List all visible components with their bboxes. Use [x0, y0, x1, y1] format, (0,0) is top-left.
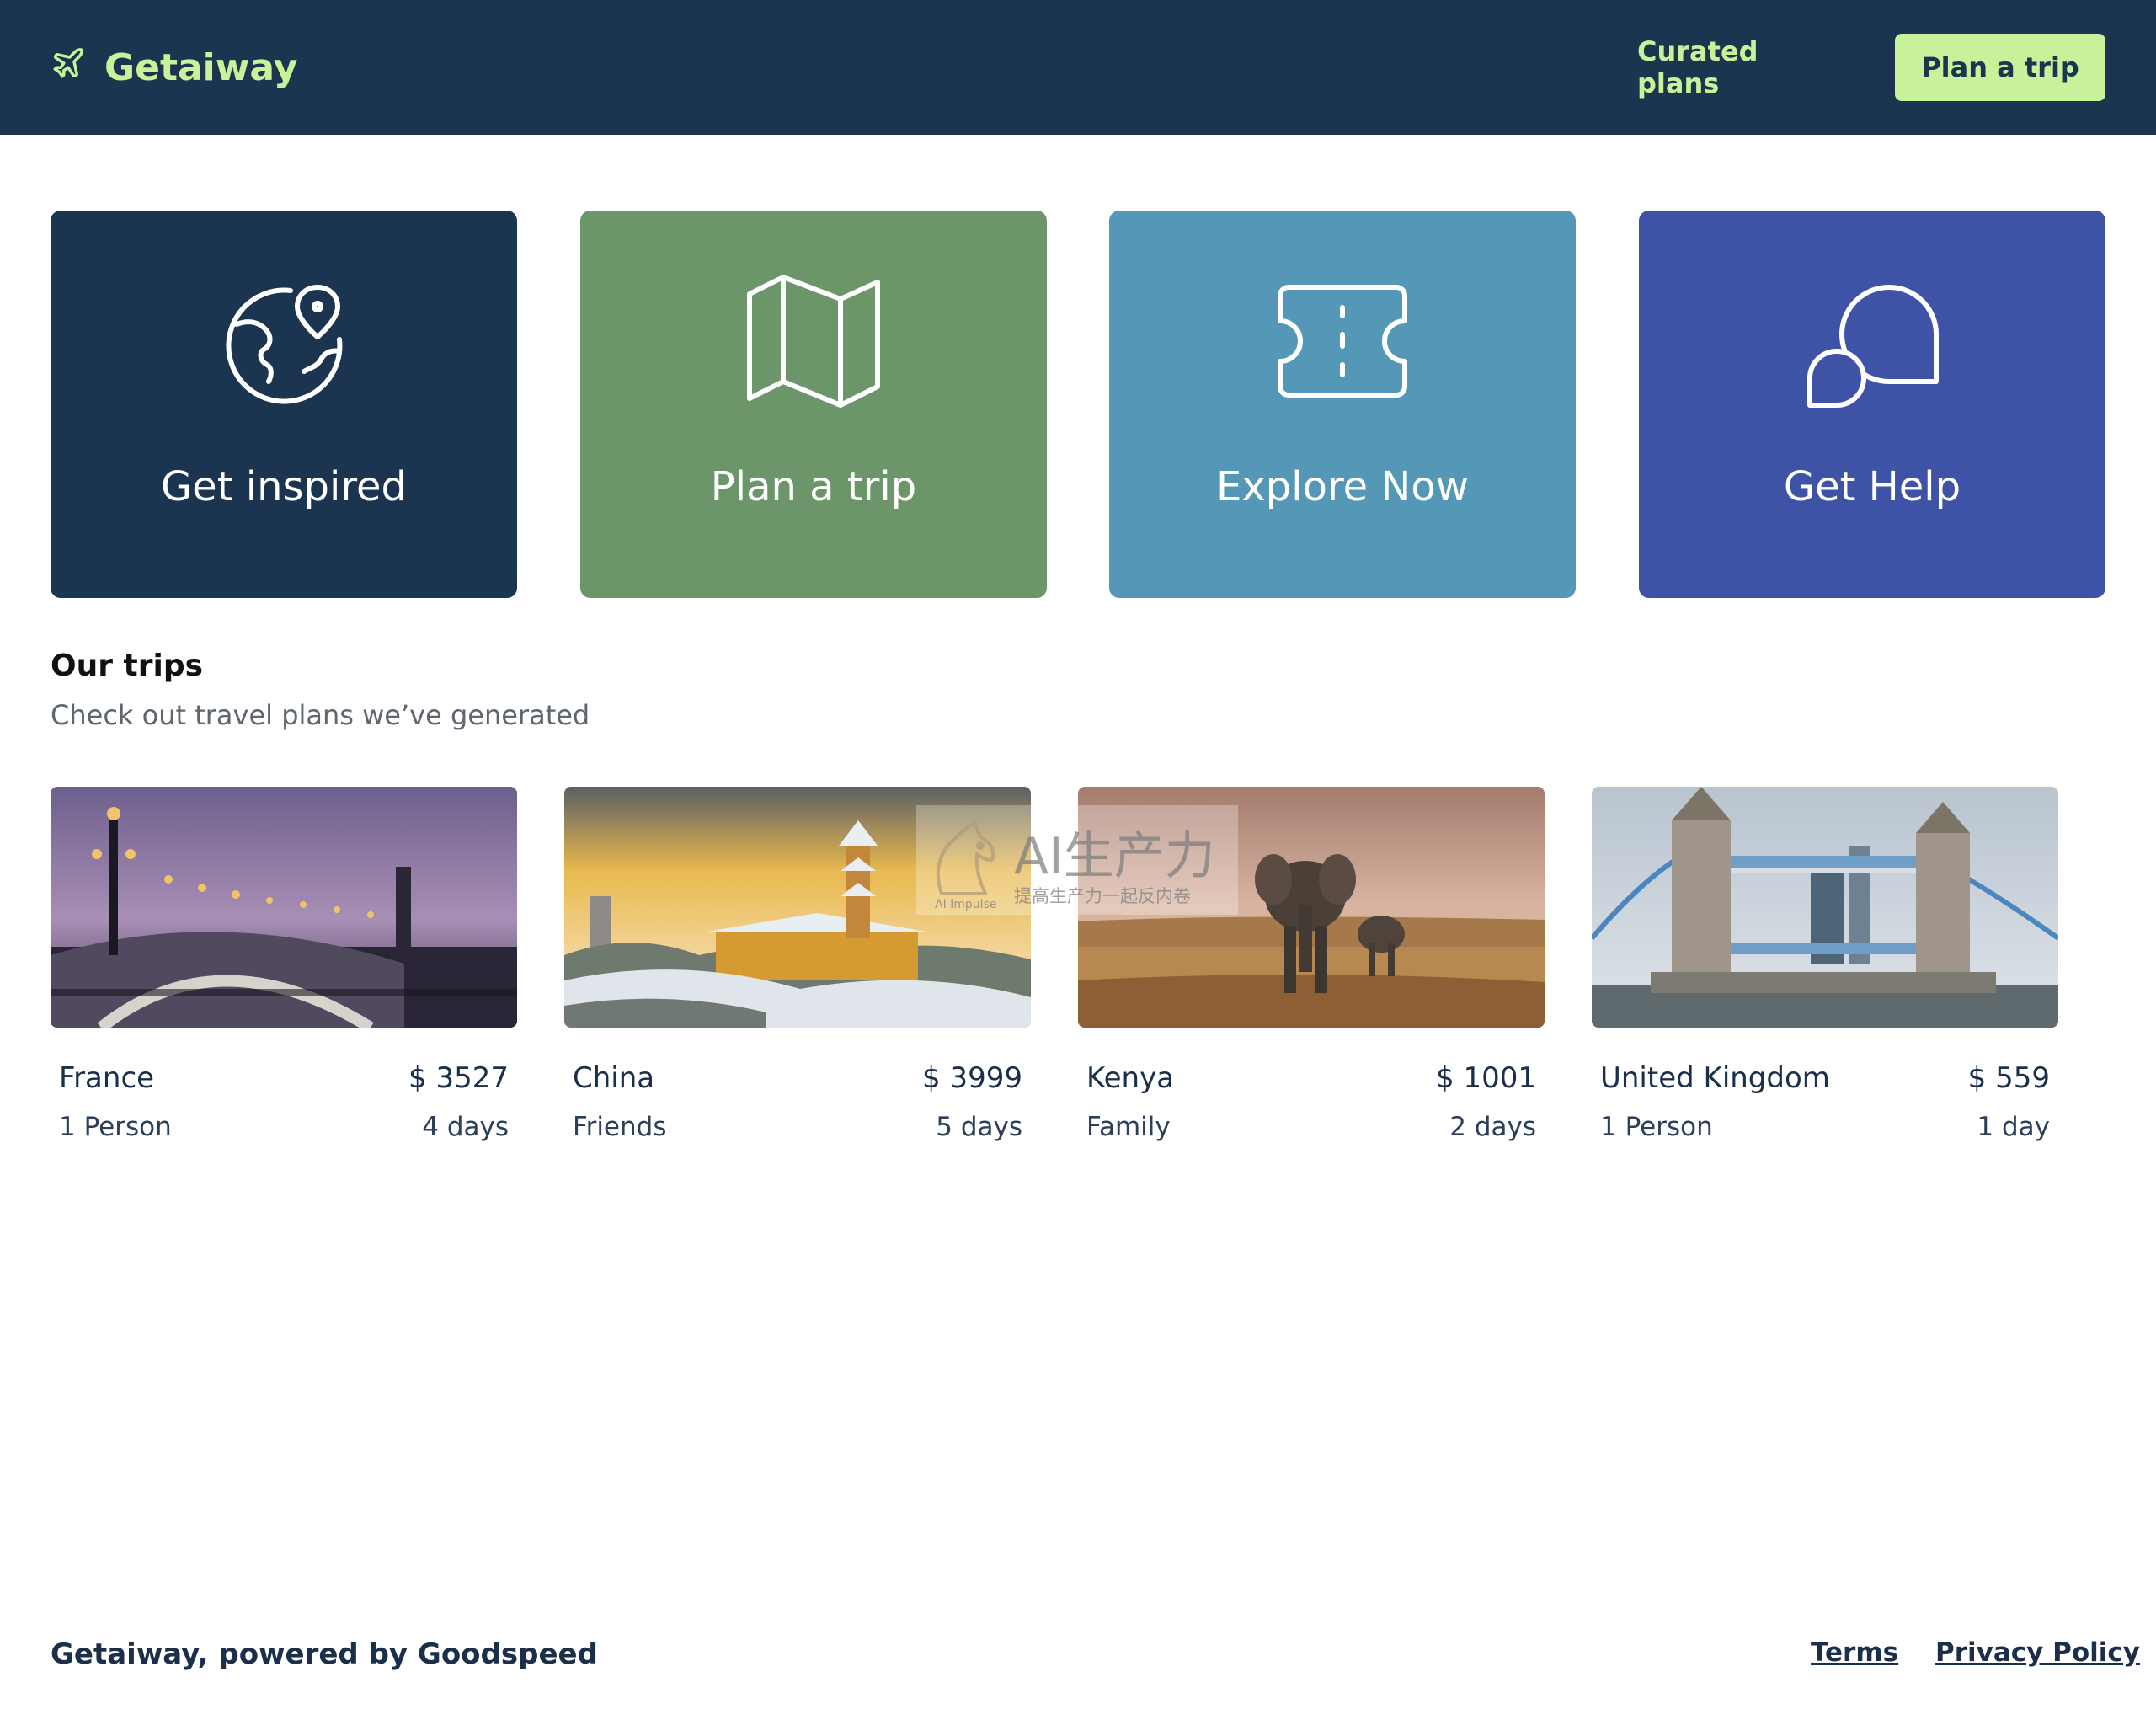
brand-name: Getaiway [104, 45, 298, 89]
explore-now-card[interactable]: Explore Now [1109, 211, 1576, 598]
terms-link[interactable]: Terms [1811, 1637, 1898, 1668]
trip-price: $ 559 [1967, 1061, 2050, 1095]
trip-price: $ 1001 [1436, 1061, 1536, 1095]
watermark-caption: AI Impulse [935, 898, 997, 911]
explore-now-label: Explore Now [1216, 463, 1469, 510]
privacy-policy-link[interactable]: Privacy Policy [1935, 1637, 2140, 1668]
trip-duration: 4 days [422, 1112, 509, 1142]
get-inspired-label: Get inspired [160, 463, 408, 510]
trip-card-france[interactable]: France $ 3527 1 Person 4 days [51, 787, 517, 1157]
get-help-label: Get Help [1783, 463, 1961, 510]
map-icon [746, 274, 881, 409]
trip-card-united-kingdom[interactable]: United Kingdom $ 559 1 Person 1 day [1592, 787, 2058, 1157]
trip-duration: 1 day [1977, 1112, 2050, 1142]
trip-group: Family [1086, 1112, 1171, 1142]
trip-name: United Kingdom [1600, 1061, 1830, 1095]
trip-image-france [51, 787, 517, 1028]
trip-name: Kenya [1086, 1061, 1175, 1095]
trip-group: 1 Person [1600, 1112, 1713, 1142]
footer-brand: Getaiway, powered by Goodspeed [51, 1637, 598, 1671]
get-inspired-card[interactable]: Get inspired [51, 211, 517, 598]
trip-duration: 5 days [936, 1112, 1022, 1142]
trip-duration: 2 days [1449, 1112, 1536, 1142]
plan-trip-button[interactable]: Plan a trip [1895, 34, 2105, 101]
plan-trip-card[interactable]: Plan a trip [580, 211, 1047, 598]
ticket-icon [1275, 274, 1410, 409]
plan-trip-label: Plan a trip [710, 463, 917, 510]
trip-name: France [59, 1061, 155, 1095]
trip-price: $ 3527 [408, 1061, 509, 1095]
watermark-subtitle: 提高生产力一起反内卷 [1014, 886, 1191, 906]
section-title: Our trips [51, 649, 204, 683]
trip-price: $ 3999 [922, 1061, 1022, 1095]
brand-logo[interactable]: Getaiway [51, 40, 297, 94]
get-help-card[interactable]: Get Help [1639, 211, 2105, 598]
horse-logo-icon [925, 814, 1009, 906]
chat-bubbles-icon [1805, 274, 1940, 409]
watermark: AI生产力 提高生产力一起反内卷 AI Impulse [916, 805, 1238, 915]
curated-plans-link[interactable]: Curated plans [1637, 34, 1828, 101]
trip-group: Friends [573, 1112, 667, 1142]
top-navbar: Getaiway Curated plans Plan a trip [0, 0, 2156, 135]
section-subtitle: Check out travel plans we’ve generated [51, 699, 590, 731]
airplane-icon [51, 45, 86, 90]
trip-image-united-kingdom [1592, 787, 2058, 1028]
trip-group: 1 Person [59, 1112, 172, 1142]
watermark-title: AI生产力 [1014, 827, 1215, 886]
trip-name: China [573, 1061, 655, 1095]
globe-pin-icon [216, 274, 351, 409]
